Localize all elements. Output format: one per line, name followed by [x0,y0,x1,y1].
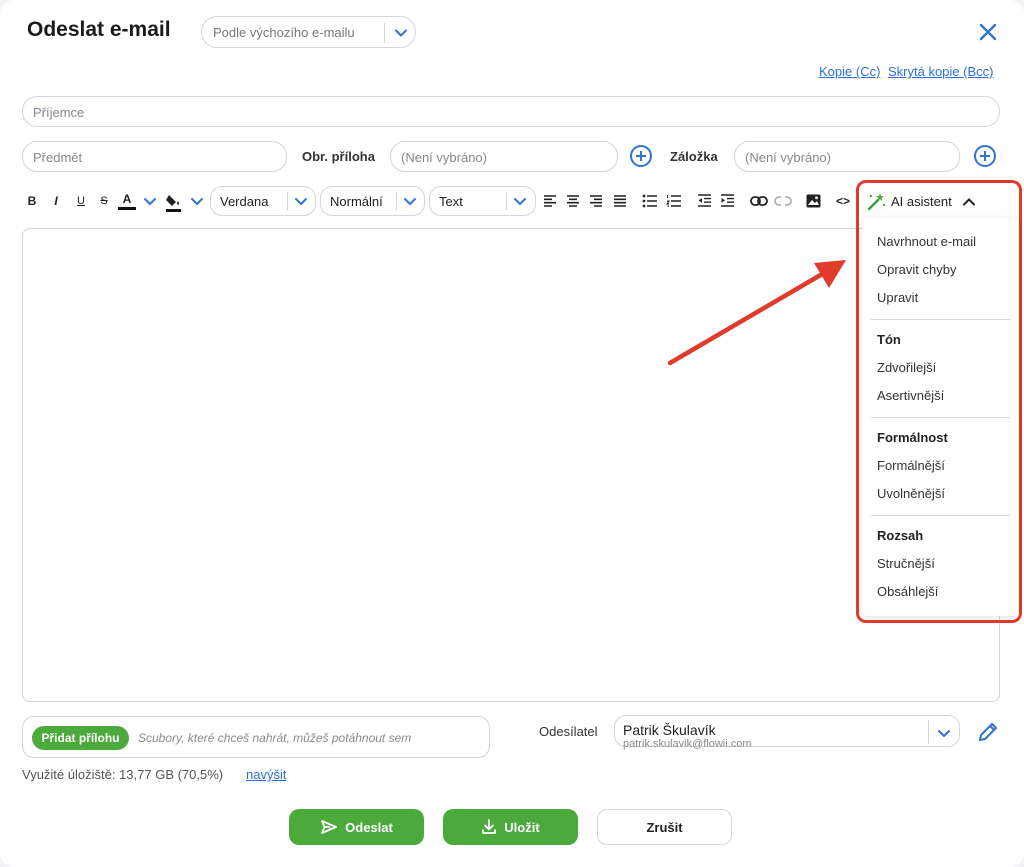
ai-menu-heading-tone: Tón [877,332,901,347]
add-attachment-button[interactable]: Přidat přílohu [32,726,129,750]
cancel-label: Zrušit [646,819,683,835]
chevron-down-icon [512,193,528,209]
align-center-icon[interactable] [566,194,580,208]
image-icon[interactable] [806,194,821,208]
select-divider [384,23,385,43]
dialog-title: Odeslat e-mail [27,18,171,41]
ai-menu-heading-formality: Formálnost [877,430,948,445]
annotation-arrow-icon [664,250,854,370]
chevron-down-icon [402,193,418,209]
numbered-list-icon[interactable] [666,194,682,208]
bullet-list-icon[interactable] [642,194,658,208]
font-color-button[interactable]: A [118,191,136,210]
add-bookmark-icon[interactable] [974,145,996,167]
ai-assistant-label: AI asistent [891,194,952,209]
image-attachment-field[interactable]: (Není vybráno) [390,141,618,172]
edit-sender-icon[interactable] [976,720,1000,744]
storage-usage: Využité úložiště: 13,77 GB (70,5%) [22,767,224,782]
recipient-field[interactable]: Příjemce [22,96,1000,127]
attachment-dropzone[interactable]: Přidat přílohu Scubory, které chceš nahr… [22,716,490,758]
source-code-icon[interactable]: <> [832,191,854,211]
ai-menu-item[interactable]: Navrhnout e-mail [877,234,976,249]
subject-field[interactable]: Předmět [22,141,287,172]
bookmark-field[interactable]: (Není vybráno) [734,141,960,172]
select-divider [287,192,288,210]
send-email-dialog: Odeslat e-mail Podle výchozího e-mailu K… [0,0,1024,867]
font-family-value: Verdana [220,194,269,209]
subject-placeholder: Předmět [33,150,83,165]
link-icon[interactable] [750,195,768,207]
send-icon [320,819,338,835]
select-divider [396,192,397,210]
chevron-down-icon [936,725,952,741]
chevron-up-icon [962,195,976,209]
bcc-link[interactable]: Skrytá kopie (Bcc) [888,64,993,79]
image-attachment-value: (Není vybráno) [401,150,487,165]
chevron-down-icon [293,193,309,209]
ai-assistant-button[interactable]: AI asistent [866,192,986,212]
font-size-value: Normální [330,194,383,209]
font-family-select[interactable]: Verdana [210,186,316,216]
template-select[interactable]: Podle výchozího e-mailu [201,16,416,48]
ai-menu-item[interactable]: Uvolněnější [877,486,945,501]
bold-button[interactable]: B [24,191,40,211]
download-icon [481,819,497,835]
indent-icon[interactable] [720,194,735,208]
underline-button[interactable]: U [73,191,89,211]
align-left-icon[interactable] [543,194,557,208]
sender-email: patrik.skulavik@flowii.com [623,738,752,750]
text-format-value: Text [439,194,463,209]
ai-menu-item[interactable]: Opravit chyby [877,262,956,277]
template-select-value: Podle výchozího e-mailu [213,25,355,40]
chevron-down-icon [392,24,410,42]
align-right-icon[interactable] [589,194,603,208]
italic-button[interactable]: I [48,191,64,211]
save-label: Uložit [504,819,540,835]
add-image-attachment-icon[interactable] [630,145,652,167]
outdent-icon[interactable] [697,194,712,208]
ai-menu-item[interactable]: Stručnější [877,556,935,571]
sender-label: Odesílatel [539,724,598,739]
cancel-button[interactable]: Zrušit [597,809,732,845]
cc-link[interactable]: Kopie (Cc) [819,64,880,79]
save-button[interactable]: Uložit [443,809,578,845]
sender-name: Patrik Škulavík [623,722,716,738]
align-justify-icon[interactable] [613,194,627,208]
send-label: Odeslat [345,819,393,835]
menu-divider [871,515,1011,516]
send-button[interactable]: Odeslat [289,809,424,845]
ai-assistant-menu: Navrhnout e-mail Opravit chyby Upravit T… [862,218,1018,616]
select-divider [928,720,929,744]
bookmark-value: (Není vybráno) [745,150,831,165]
upgrade-storage-link[interactable]: navýšit [246,767,286,782]
ai-menu-item[interactable]: Upravit [877,290,918,305]
select-divider [506,192,507,210]
bookmark-label: Záložka [670,149,718,164]
font-size-select[interactable]: Normální [320,186,425,216]
ai-menu-item[interactable]: Formálnější [877,458,945,473]
highlight-chevron-icon[interactable] [189,193,205,209]
recipient-placeholder: Příjemce [33,105,85,120]
magic-wand-icon [866,192,886,212]
strikethrough-button[interactable]: S [96,191,112,211]
sender-select[interactable]: Patrik Škulavík patrik.skulavik@flowii.c… [614,715,960,750]
ai-menu-item[interactable]: Asertivnější [877,388,944,403]
ai-menu-item[interactable]: Zdvořilejší [877,360,936,375]
attachment-hint: Scubory, které chceš nahrát, můžeš potáh… [138,731,412,745]
text-format-select[interactable]: Text [429,186,536,216]
close-icon[interactable] [976,20,1000,44]
unlink-icon[interactable] [774,195,792,207]
highlight-color-icon[interactable] [164,191,184,213]
menu-divider [871,417,1011,418]
ai-menu-item[interactable]: Obsáhlejší [877,584,938,599]
font-color-chevron-icon[interactable] [142,193,158,209]
image-attachment-label: Obr. příloha [302,149,375,164]
ai-menu-heading-scope: Rozsah [877,528,924,543]
menu-divider [871,319,1011,320]
